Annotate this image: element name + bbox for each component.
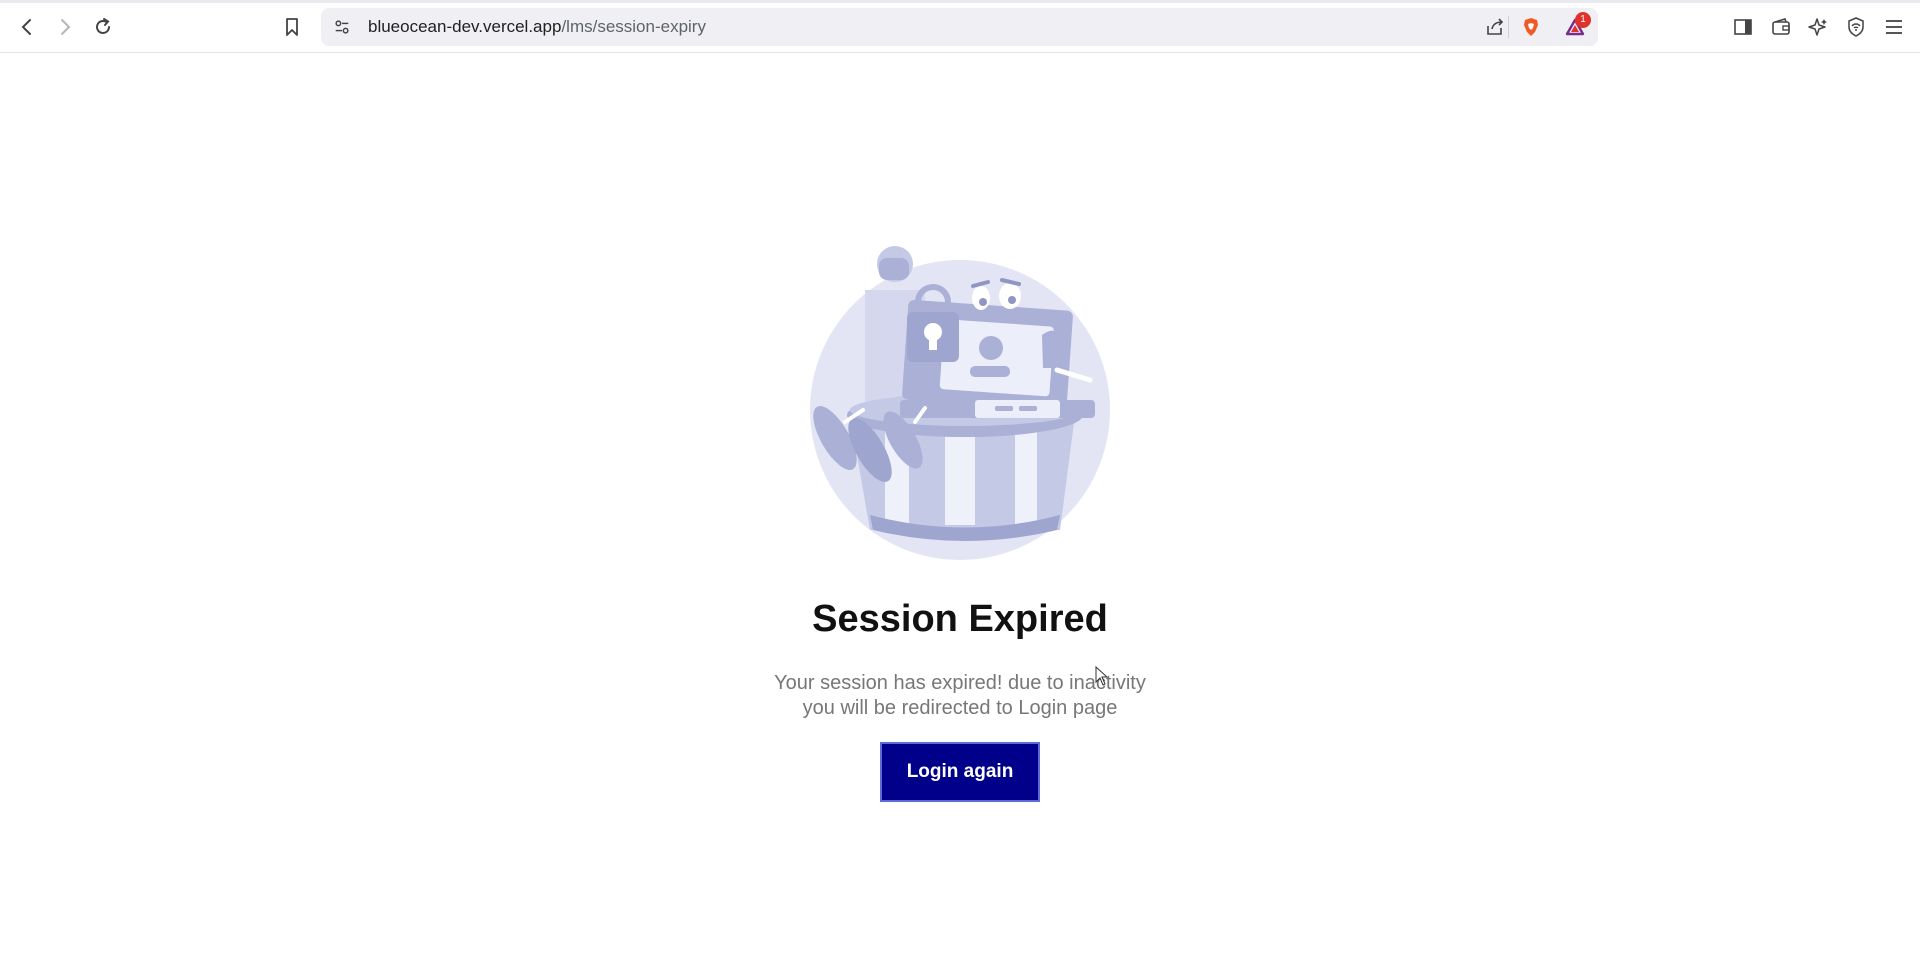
url-path: /lms/session-expiry [561, 17, 706, 36]
url-text[interactable]: blueocean-dev.vercel.app/lms/session-exp… [368, 17, 706, 37]
brave-shields-icon[interactable] [1516, 12, 1546, 42]
bookmark-icon[interactable] [277, 12, 307, 42]
leo-ai-icon[interactable] [1803, 12, 1833, 42]
browser-toolbar: blueocean-dev.vercel.app/lms/session-exp… [0, 0, 1920, 53]
mouse-cursor-icon [1095, 666, 1109, 686]
back-icon[interactable] [12, 12, 42, 42]
reload-icon[interactable] [88, 12, 118, 42]
toolbar-divider [1508, 16, 1509, 38]
share-icon[interactable] [1484, 16, 1506, 38]
sidebar-icon[interactable] [1728, 12, 1758, 42]
wallet-icon[interactable] [1766, 12, 1796, 42]
address-bar[interactable]: blueocean-dev.vercel.app/lms/session-exp… [321, 8, 1598, 46]
session-expired-message: Your session has expired! due to inactiv… [0, 671, 1920, 721]
session-expired-illustration [805, 240, 1115, 560]
login-again-button[interactable]: Login again [880, 742, 1040, 802]
page-title: Session Expired [812, 598, 1108, 640]
menu-icon[interactable] [1879, 12, 1909, 42]
message-line-1: Your session has expired! due to inactiv… [774, 672, 1146, 694]
site-settings-icon[interactable] [331, 16, 353, 38]
message-line-2: you will be redirected to Login page [802, 697, 1118, 719]
forward-icon[interactable] [50, 12, 80, 42]
vpn-icon[interactable] [1841, 12, 1871, 42]
url-host: blueocean-dev.vercel.app [368, 17, 562, 36]
tab-strip [0, 0, 1920, 3]
notification-badge: 1 [1575, 12, 1591, 28]
